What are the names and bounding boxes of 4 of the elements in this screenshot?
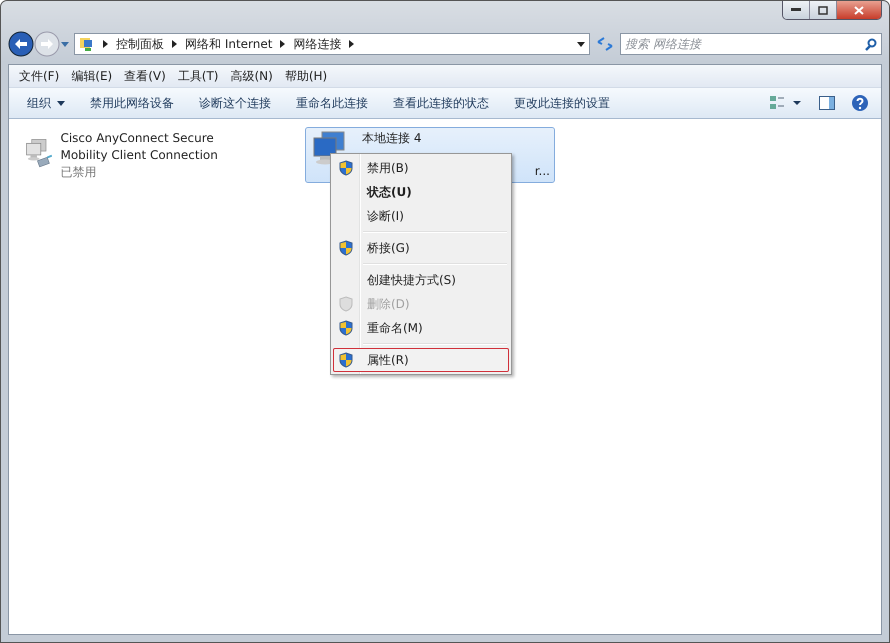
- connection-status: 已禁用: [60, 164, 98, 181]
- connection-status: r...: [534, 163, 550, 180]
- connection-name: 本地连接 4: [362, 130, 422, 147]
- connection-name: Cisco AnyConnect Secure Mobility Client Connection: [60, 130, 219, 164]
